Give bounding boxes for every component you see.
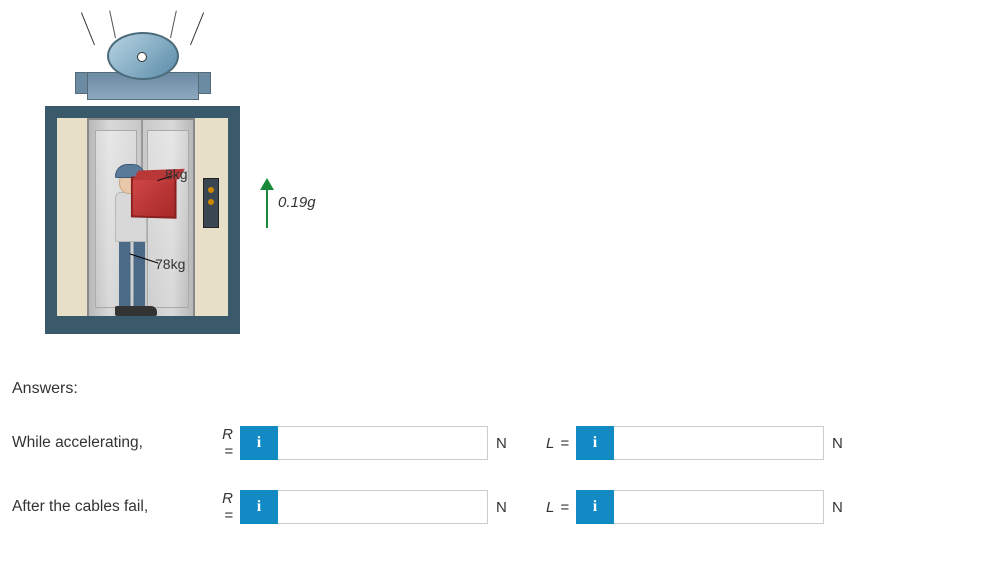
info-icon-button[interactable]: i xyxy=(576,426,614,460)
info-icon-button[interactable]: i xyxy=(240,426,278,460)
answer-input-L[interactable] xyxy=(614,490,824,524)
acceleration-label: 0.19g xyxy=(278,194,316,211)
unit-label: N xyxy=(824,435,848,452)
answer-input-R[interactable] xyxy=(278,426,488,460)
info-icon-button[interactable]: i xyxy=(576,490,614,524)
unit-label: N xyxy=(824,499,848,516)
box-mass-label: 8kg xyxy=(165,166,188,182)
person-mass-label: 78kg xyxy=(155,256,185,272)
unit-label: N xyxy=(488,499,512,516)
acceleration-arrow-icon xyxy=(260,178,280,228)
info-icon-button[interactable]: i xyxy=(240,490,278,524)
elevator-car: 8kg 78kg xyxy=(45,106,240,334)
answer-row: After the cables fail, R = i N L = i N xyxy=(10,490,997,524)
answer-input-L[interactable] xyxy=(614,426,824,460)
elevator-button-panel xyxy=(203,178,219,228)
variable-label-R: R = xyxy=(208,426,240,460)
answer-row: While accelerating, R = i N L = i N xyxy=(10,426,997,460)
elevator-diagram: 8kg 78kg 0.19g xyxy=(20,10,250,340)
pulley-housing xyxy=(95,32,205,107)
unit-label: N xyxy=(488,435,512,452)
row-label: After the cables fail, xyxy=(10,498,208,516)
variable-label-R: R = xyxy=(208,490,240,524)
answer-input-R[interactable] xyxy=(278,490,488,524)
cable xyxy=(81,12,95,45)
variable-label-L: L = xyxy=(536,499,576,516)
variable-label-L: L = xyxy=(536,435,576,452)
answers-heading: Answers: xyxy=(12,380,997,398)
row-label: While accelerating, xyxy=(10,434,208,452)
